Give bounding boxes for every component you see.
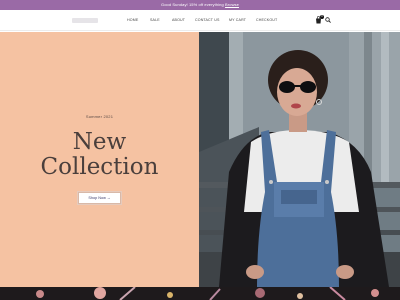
promo-text: Good Sunday! 15% off everything xyxy=(160,2,226,7)
promo-link[interactable]: Browse xyxy=(225,2,239,7)
hero-kicker: Summer 2021 xyxy=(85,114,114,119)
hero-title-line1: New xyxy=(72,129,127,155)
nav-my-cart[interactable]: MY CART xyxy=(229,18,246,22)
hero-title: New Collection xyxy=(0,130,199,180)
nav-about[interactable]: ABOUT xyxy=(172,18,185,22)
nav-contact[interactable]: CONTACT US xyxy=(195,18,220,22)
cart-count-badge: 0 xyxy=(320,15,324,19)
hero-photo xyxy=(199,32,400,287)
promo-bar: Good Sunday! 15% off everything Browse xyxy=(0,0,400,10)
nav-sale[interactable]: SALE xyxy=(150,18,160,22)
site-header: HOME SALE ABOUT CONTACT US MY CART CHECK… xyxy=(0,10,400,31)
floral-pattern-icon xyxy=(0,287,400,300)
hero-photo-illustration xyxy=(199,32,400,287)
hero-panel: Summer 2021 New Collection Shop Now → xyxy=(0,32,199,287)
nav-home[interactable]: HOME xyxy=(127,18,138,22)
shop-now-button[interactable]: Shop Now → xyxy=(78,192,121,204)
search-icon[interactable] xyxy=(325,17,331,23)
hero-title-line2: Collection xyxy=(40,154,159,180)
nav-checkout[interactable]: CHECKOUT xyxy=(256,18,277,22)
pattern-strip xyxy=(0,287,400,300)
site-logo[interactable] xyxy=(72,18,98,23)
